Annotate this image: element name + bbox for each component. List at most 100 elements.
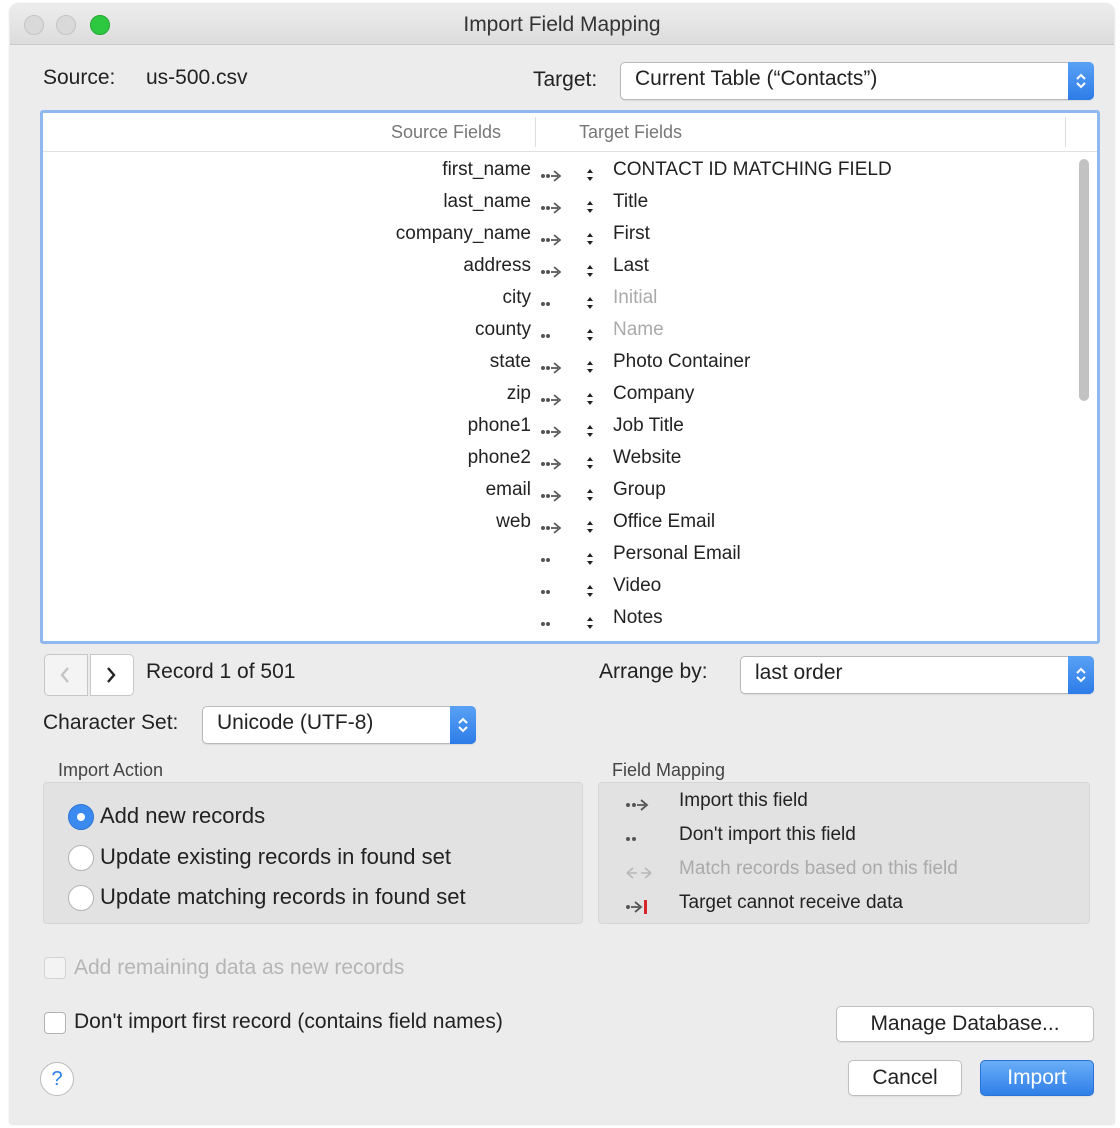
source-field-name: city [502,287,532,308]
source-file-name: us-500.csv [146,66,248,89]
table-row[interactable]: Notes [43,605,1063,637]
drag-handle-icon[interactable] [586,582,594,597]
radio-update-matching[interactable] [68,885,94,911]
legend-skip-text: Don't import this field [679,824,856,845]
drag-handle-icon[interactable] [586,550,594,565]
target-field-name: Website [613,447,682,468]
radio-label-update-matching[interactable]: Update matching records in found set [100,884,466,910]
drag-handle-icon[interactable] [586,454,594,469]
import-arrow-icon[interactable] [540,263,566,278]
drag-handle-icon[interactable] [586,614,594,629]
previous-record-button[interactable] [44,654,88,696]
table-row[interactable]: state Photo Container [43,349,1063,381]
source-field-name: phone1 [467,415,531,436]
column-divider [1065,117,1066,147]
import-action-group: Add new records Update existing records … [43,782,583,924]
target-popup[interactable]: Current Table (“Contacts”) [620,62,1094,100]
field-mapping-table[interactable]: Source Fields Target Fields first_name CO… [40,110,1100,644]
dont-import-icon[interactable] [540,615,566,629]
manage-database-button[interactable]: Manage Database... [836,1006,1094,1042]
dont-import-icon[interactable] [540,551,566,565]
table-row[interactable]: address Last [43,253,1063,285]
radio-update-existing[interactable] [68,845,94,871]
drag-handle-icon[interactable] [586,422,594,437]
character-set-popup[interactable]: Unicode (UTF-8) [202,706,476,744]
table-row[interactable]: county Name [43,317,1063,349]
dont-import-icon[interactable] [540,327,566,341]
target-field-name: Video [613,575,662,596]
import-arrow-icon [626,799,649,811]
field-mapping-legend-title: Field Mapping [612,760,726,780]
drag-handle-icon[interactable] [586,358,594,373]
radio-label-add-new[interactable]: Add new records [100,803,265,829]
table-row[interactable]: web Office Email [43,509,1063,541]
import-arrow-icon[interactable] [540,455,566,470]
target-fields-header[interactable]: Target Fields [579,122,682,143]
table-row[interactable]: phone1 Job Title [43,413,1063,445]
chevron-left-icon [60,667,69,683]
legend-match-text: Match records based on this field [679,858,958,879]
drag-handle-icon[interactable] [586,294,594,309]
dont-import-first-record-checkbox[interactable] [44,1012,66,1034]
table-row[interactable]: first_name CONTACT ID MATCHING FIELD [43,157,1063,189]
add-remaining-checkbox[interactable] [44,957,66,979]
blocked-arrow-icon [626,900,647,914]
drag-handle-icon[interactable] [586,518,594,533]
target-field-name: Last [613,255,649,276]
drag-handle-icon[interactable] [586,486,594,501]
cancel-button[interactable]: Cancel [848,1060,962,1096]
import-button[interactable]: Import [980,1060,1094,1096]
import-arrow-icon[interactable] [540,199,566,214]
source-fields-header[interactable]: Source Fields [391,122,501,143]
source-field-name: zip [506,383,531,404]
import-arrow-icon[interactable] [540,231,566,246]
import-arrow-icon[interactable] [540,391,566,406]
match-arrows-icon [626,867,652,879]
dont-import-icon[interactable] [540,583,566,597]
target-label: Target: [533,68,598,91]
target-field-name: First [613,223,650,244]
drag-handle-icon[interactable] [586,166,594,181]
table-row[interactable]: last_name Title [43,189,1063,221]
arrange-by-popup[interactable]: last order [740,656,1094,694]
drag-handle-icon[interactable] [586,198,594,213]
table-scrollbar[interactable] [1079,159,1089,401]
drag-handle-icon[interactable] [586,262,594,277]
title-bar: Import Field Mapping [10,4,1114,45]
table-row[interactable]: zip Company [43,381,1063,413]
table-row[interactable]: phone2 Website [43,445,1063,477]
table-row[interactable]: email Group [43,477,1063,509]
window-title: Import Field Mapping [463,13,661,36]
import-arrow-icon[interactable] [540,359,566,374]
table-row[interactable]: city Initial [43,285,1063,317]
import-arrow-icon[interactable] [540,487,566,502]
target-field-name: Job Title [613,415,684,436]
radio-label-update-existing[interactable]: Update existing records in found set [100,844,451,870]
source-field-name: email [485,479,531,500]
target-field-name: Personal Email [613,543,741,564]
help-button[interactable]: ? [40,1062,74,1096]
target-popup-value: Current Table (“Contacts”) [635,67,878,90]
import-field-mapping-dialog: Import Field Mapping Source: us-500.csv … [10,4,1114,1124]
dont-import-icon[interactable] [540,295,566,309]
target-field-name: Name [613,319,664,340]
dont-import-first-record-label[interactable]: Don't import first record (contains fiel… [74,1010,503,1034]
drag-handle-icon[interactable] [586,390,594,405]
import-arrow-icon[interactable] [540,167,566,182]
arrange-by-label: Arrange by: [599,660,708,683]
popup-stepper-icon [1068,62,1094,100]
drag-handle-icon[interactable] [586,230,594,245]
table-row[interactable]: Personal Email [43,541,1063,573]
import-arrow-icon[interactable] [540,519,566,534]
source-field-name: address [463,255,531,276]
source-label: Source: [43,66,116,89]
column-divider [535,117,536,147]
drag-handle-icon[interactable] [586,326,594,341]
target-field-name: CONTACT ID MATCHING FIELD [613,159,892,180]
table-row[interactable]: Video [43,573,1063,605]
radio-add-new-records[interactable] [68,804,94,830]
import-arrow-icon[interactable] [540,423,566,438]
table-row[interactable]: company_name First [43,221,1063,253]
next-record-button[interactable] [90,654,134,696]
target-field-name: Notes [613,607,663,628]
